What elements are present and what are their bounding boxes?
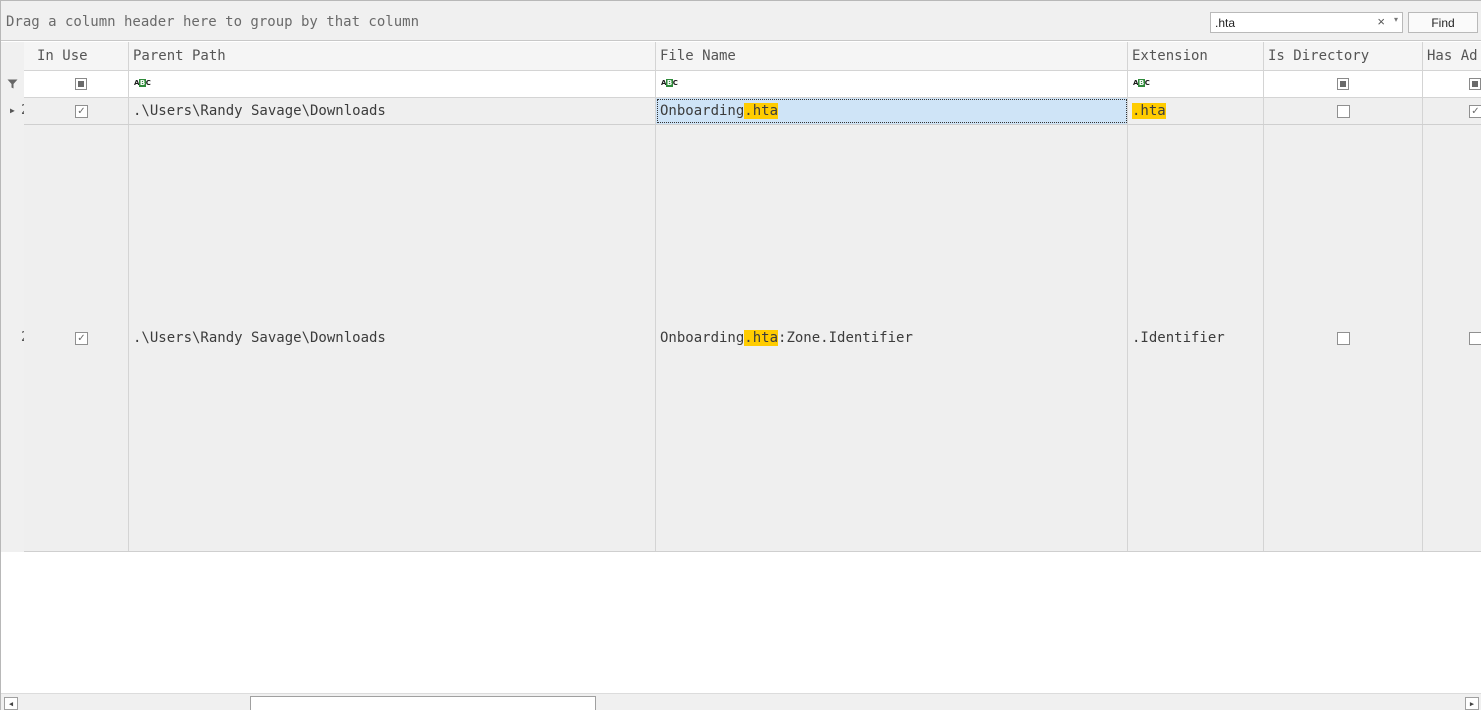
is-directory-checkbox[interactable] [1337, 332, 1350, 345]
column-header-extension[interactable]: Extension [1128, 42, 1264, 71]
scroll-right-icon[interactable]: ▶ [1465, 697, 1479, 710]
parent-path-text: .\Users\Randy Savage\Downloads [133, 330, 386, 346]
horizontal-scrollbar[interactable]: ◀ ▶ [1, 693, 1481, 710]
cell-is-directory[interactable] [1264, 125, 1423, 551]
column-header-label: Extension [1132, 48, 1208, 64]
filter-cell-in-use[interactable] [33, 71, 129, 98]
cell-file-name[interactable]: Onboarding.hta:Zone.Identifier [656, 125, 1128, 551]
cell-parent-path[interactable]: .\Users\Randy Savage\Downloads [129, 125, 656, 551]
group-by-panel[interactable]: Drag a column header here to group by th… [1, 1, 1481, 41]
file-name-text: Onboarding.hta:Zone.Identifier [660, 330, 913, 346]
filter-cell-extension[interactable]: ABC [1128, 71, 1264, 98]
filter-icon[interactable] [7, 79, 18, 89]
search-match-highlight: .hta [744, 330, 779, 346]
search-match-highlight: .hta [1132, 103, 1166, 119]
filter-cell-parent-path[interactable]: ABC [129, 71, 656, 98]
filter-checkbox[interactable] [75, 78, 87, 90]
column-header-has-ads[interactable]: Has Ad [1423, 42, 1481, 71]
column-header-label: File Name [660, 48, 736, 64]
column-header-parent-path[interactable]: Parent Path [129, 42, 656, 71]
column-header-label: In Use [37, 48, 88, 64]
has-ads-checkbox[interactable]: ✓ [1469, 105, 1481, 118]
abc-icon: ABC [134, 79, 151, 87]
in-use-checkbox[interactable]: ✓ [75, 105, 88, 118]
cell-file-name[interactable]: Onboarding.hta [656, 98, 1128, 124]
row-indicator-column: ▶ 2 2 [1, 42, 29, 552]
cell-in-use[interactable]: ✓ [33, 125, 129, 551]
filter-cell-file-name[interactable]: ABC [656, 71, 1128, 98]
find-button[interactable]: Find [1408, 12, 1478, 33]
auto-filter-row: ABC ABC ABC [24, 71, 1481, 98]
extension-text: .Identifier [1132, 330, 1225, 346]
column-header-in-use[interactable]: In Use [33, 42, 129, 71]
cell-has-ads[interactable]: ✓ [1423, 98, 1481, 124]
find-input-value[interactable]: .hta [1215, 16, 1235, 30]
column-header-row: In Use Parent Path File Name Extension I… [24, 42, 1481, 71]
row-expand-icon[interactable]: ▶ [10, 106, 15, 115]
column-header-label: Parent Path [133, 48, 226, 64]
cell-parent-path[interactable]: .\Users\Randy Savage\Downloads [129, 98, 656, 124]
column-header-label: Is Directory [1268, 48, 1370, 64]
extension-text: .hta [1132, 103, 1166, 119]
filter-cell-is-directory[interactable] [1264, 71, 1423, 98]
has-ads-checkbox[interactable] [1469, 332, 1481, 345]
filter-checkbox[interactable] [1337, 78, 1349, 90]
table-row[interactable]: ✓ .\Users\Randy Savage\Downloads Onboard… [24, 98, 1481, 125]
is-directory-checkbox[interactable] [1337, 105, 1350, 118]
cell-in-use[interactable]: ✓ [33, 98, 129, 124]
column-header-file-name[interactable]: File Name [656, 42, 1128, 71]
cell-extension[interactable]: .Identifier [1128, 125, 1264, 551]
cell-has-ads[interactable] [1423, 125, 1481, 551]
group-by-hint: Drag a column header here to group by th… [6, 14, 420, 30]
cell-is-directory[interactable] [1264, 98, 1423, 124]
cell-extension[interactable]: .hta [1128, 98, 1264, 124]
data-grid: ▶ 2 2 In Use Parent Path File Name Exten… [1, 42, 1481, 552]
grid-window: Drag a column header here to group by th… [0, 0, 1481, 710]
search-match-highlight: .hta [744, 103, 779, 119]
in-use-checkbox[interactable]: ✓ [75, 332, 88, 345]
abc-icon: ABC [661, 79, 678, 87]
abc-icon: ABC [1133, 79, 1150, 87]
filter-checkbox[interactable] [1469, 78, 1481, 90]
scroll-left-icon[interactable]: ◀ [4, 697, 18, 710]
parent-path-text: .\Users\Randy Savage\Downloads [133, 103, 386, 119]
find-input[interactable]: .hta × ▾ [1210, 12, 1403, 33]
scrollbar-thumb[interactable] [250, 696, 596, 710]
column-header-is-directory[interactable]: Is Directory [1264, 42, 1423, 71]
file-name-text: Onboarding.hta [660, 103, 779, 119]
filter-cell-has-ads[interactable] [1423, 71, 1481, 98]
table-row[interactable]: ✓ .\Users\Randy Savage\Downloads Onboard… [24, 125, 1481, 552]
clear-icon[interactable]: × [1377, 14, 1385, 29]
column-header-label: Has Ad [1427, 48, 1478, 64]
chevron-down-icon[interactable]: ▾ [1394, 15, 1398, 24]
